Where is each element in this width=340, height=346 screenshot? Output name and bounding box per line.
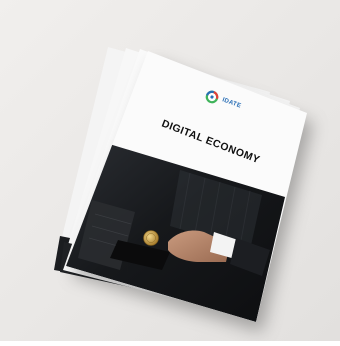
brochure-stack-photo: IDATE DIGITAL ECONOMY	[54, 47, 307, 322]
product-photo-backdrop: IDATE DIGITAL ECONOMY	[0, 0, 340, 341]
cover-photo-coin	[143, 230, 159, 246]
